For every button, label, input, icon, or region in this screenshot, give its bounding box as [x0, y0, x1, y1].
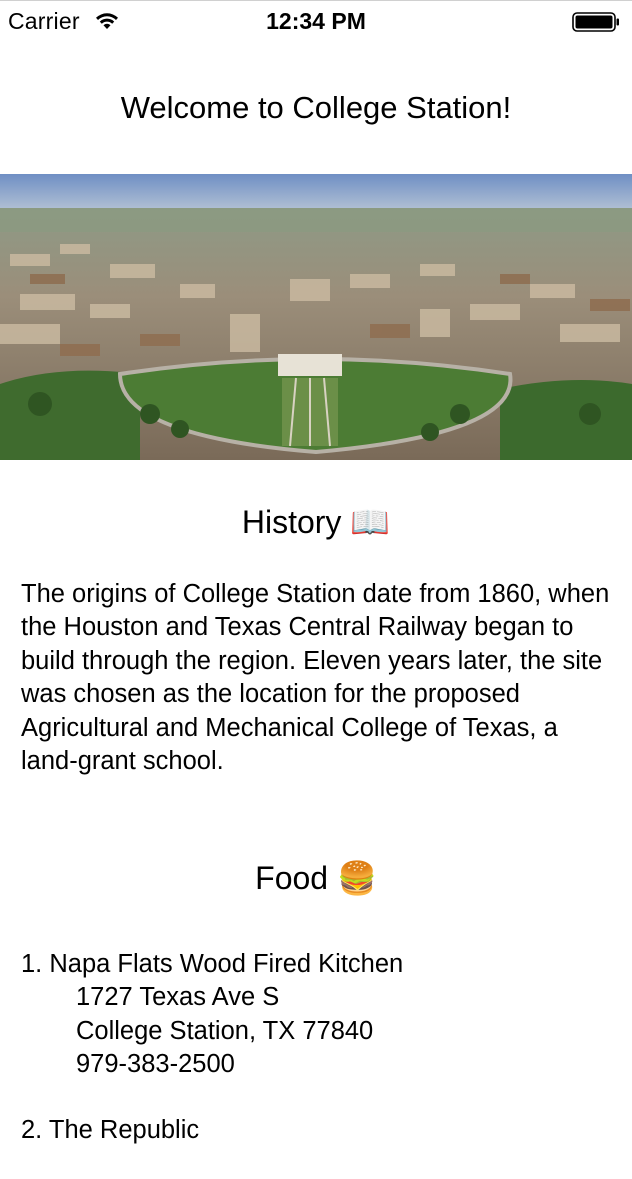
history-heading: History 📖 — [0, 503, 632, 541]
restaurant-phone[interactable]: 979-383-2500 — [21, 1048, 621, 1081]
food-heading: Food 🍔 — [0, 859, 632, 897]
history-title-text: History — [241, 504, 342, 540]
page-title: Welcome to College Station! — [120, 90, 512, 125]
hamburger-icon: 🍔 — [336, 859, 377, 897]
book-icon: 📖 — [350, 503, 391, 541]
restaurant-address-line1: 1727 Texas Ave S — [76, 983, 280, 1012]
restaurant-name: 2. The Republic — [21, 1115, 200, 1144]
campus-aerial-illustration — [0, 174, 632, 460]
list-item: 2. The Republic — [21, 1114, 621, 1147]
battery-icon — [572, 12, 619, 32]
list-item: 1. Napa Flats Wood Fired Kitchen 1727 Te… — [21, 948, 621, 1082]
food-title-text: Food — [255, 860, 329, 896]
history-paragraph: The origins of College Station date from… — [21, 580, 610, 776]
campus-aerial-image — [0, 174, 632, 460]
food-list: 1. Napa Flats Wood Fired Kitchen 1727 Te… — [21, 948, 621, 1179]
status-bar: Carrier 12:34 PM — [0, 0, 632, 40]
restaurant-name: 1. Napa Flats Wood Fired Kitchen — [21, 950, 404, 978]
status-time: 12:34 PM — [266, 8, 366, 34]
restaurant-address-line2: College Station, TX 77840 — [76, 1016, 374, 1045]
